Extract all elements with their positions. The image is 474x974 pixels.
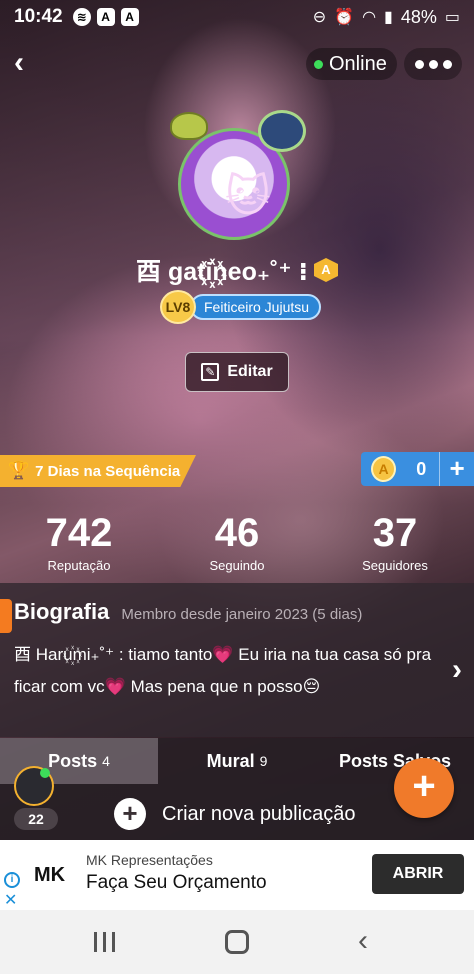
online-dot-icon: [314, 59, 323, 69]
tab-mural[interactable]: Mural 9: [158, 738, 316, 784]
ad-headline: Faça Seu Orçamento: [86, 872, 267, 893]
create-post-button[interactable]: + Criar nova publicação: [114, 798, 355, 830]
coin-count: 0: [416, 458, 427, 479]
tab-count: 4: [102, 753, 110, 769]
streak-label: 7 Dias na Sequência: [35, 462, 181, 480]
dot-icon: [414, 59, 424, 69]
app-a-icon: A: [120, 8, 139, 26]
ad-logo: MK: [34, 864, 66, 886]
app-a-icon: A: [96, 8, 115, 26]
plus-icon: +: [412, 764, 436, 808]
bar-icon: [94, 932, 97, 952]
coins-widget[interactable]: A 0 +: [361, 452, 474, 486]
home-button[interactable]: [225, 930, 249, 954]
member-since: Membro desde janeiro 2023 (5 dias): [121, 606, 363, 623]
nav-back-button[interactable]: ‹: [358, 924, 368, 958]
battery-percent: 48%: [400, 6, 437, 27]
add-coins-button[interactable]: +: [439, 452, 474, 486]
username: 酉 gati꙰neo₊˚⁺ ⁝: [136, 258, 308, 286]
ad-advertiser: MK Representações: [86, 852, 213, 868]
wifi-icon: ◠: [362, 9, 377, 26]
edit-icon: ✎: [201, 363, 220, 381]
username-row: 酉 gati꙰neo₊˚⁺ ⁝ A: [0, 252, 474, 288]
teapot-frame-icon: [170, 112, 208, 140]
edit-profile-button[interactable]: ✎ Editar: [185, 352, 289, 392]
stat-following[interactable]: 46 Seguindo: [158, 510, 316, 586]
stat-reputation[interactable]: 742 Reputação: [0, 510, 158, 586]
title-row: LV8 Feiticeiro Jujutsu: [160, 290, 322, 324]
stat-value: 37: [372, 511, 418, 555]
user-title: Feiticeiro Jujutsu: [204, 299, 310, 315]
cat-avatar-icon: 🐱: [225, 172, 271, 221]
plus-icon: +: [114, 798, 146, 830]
amino-plus-badge-icon[interactable]: A: [314, 258, 338, 282]
stat-followers[interactable]: 37 Seguidores: [316, 510, 474, 586]
status-bar: 10:42 ≋ A A ⊖ ⏰ ◠ ▮ 48% ▭: [0, 0, 474, 34]
user-title-pill[interactable]: Feiticeiro Jujutsu: [190, 294, 322, 320]
tab-label: Mural: [206, 750, 255, 771]
more-options-button[interactable]: [404, 48, 462, 80]
edit-label: Editar: [227, 363, 273, 380]
status-time: 10:42: [14, 6, 63, 27]
ad-banner[interactable]: i ✕ MK MK Representações Faça Seu Orçame…: [0, 840, 474, 910]
stat-label: Seguindo: [209, 558, 265, 573]
back-button[interactable]: ‹: [14, 48, 44, 80]
online-user-avatar: [14, 766, 54, 806]
alarm-icon: ⏰: [334, 9, 355, 26]
ad-open-button[interactable]: ABRIR: [372, 854, 464, 894]
menu-drawer-tab[interactable]: [0, 599, 12, 633]
dnd-icon: ⊖: [312, 9, 327, 26]
chevron-left-icon: ‹: [14, 46, 24, 79]
dot-icon: [442, 59, 452, 69]
bar-icon: [103, 932, 106, 952]
spotify-icon: ≋: [72, 8, 91, 26]
online-users-widget[interactable]: 22: [14, 766, 58, 830]
stat-label: Seguidores: [362, 558, 428, 573]
signal-icon: ▮: [384, 9, 393, 26]
bar-icon: [112, 932, 115, 952]
tab-count: 9: [259, 753, 268, 769]
system-nav-bar: ‹: [0, 910, 474, 974]
biography-card[interactable]: Biografia Membro desde janeiro 2023 (5 d…: [0, 583, 474, 737]
ad-info-icon[interactable]: i: [4, 872, 20, 888]
level-badge[interactable]: LV8: [160, 290, 196, 324]
streak-banner[interactable]: 🏆 7 Dias na Sequência: [0, 455, 196, 487]
frame-decoration-icon: [258, 110, 306, 152]
battery-icon: ▭: [444, 9, 460, 26]
online-label: Online: [329, 52, 387, 75]
top-bar: ‹ Online: [0, 44, 474, 84]
stat-value: 742: [45, 511, 113, 555]
bio-title: Biografia: [14, 599, 110, 624]
stat-label: Reputação: [47, 558, 111, 573]
stat-value: 46: [214, 511, 260, 555]
create-post-label: Criar nova publicação: [162, 802, 356, 825]
ad-close-icon[interactable]: ✕: [4, 890, 17, 910]
chevron-left-icon: ‹: [358, 924, 368, 957]
online-dot-icon: [40, 768, 50, 778]
trophy-icon: 🏆: [8, 461, 30, 480]
online-status-pill[interactable]: Online: [306, 48, 397, 80]
online-count: 22: [14, 808, 58, 830]
stats-row: 742 Reputação 46 Seguindo 37 Seguidores: [0, 510, 474, 586]
avatar-container[interactable]: 🐱: [170, 110, 306, 243]
coin-icon: A: [371, 456, 397, 482]
recent-apps-button[interactable]: [94, 932, 115, 952]
bio-header: Biografia Membro desde janeiro 2023 (5 d…: [14, 599, 362, 625]
dot-icon: [428, 59, 438, 69]
bio-text: 酉 Haru꙰mi₊˚⁺ : tiamo tanto💗 Eu iria na t…: [14, 645, 432, 696]
chevron-right-icon[interactable]: ›: [452, 653, 462, 687]
floating-add-button[interactable]: +: [394, 758, 454, 818]
